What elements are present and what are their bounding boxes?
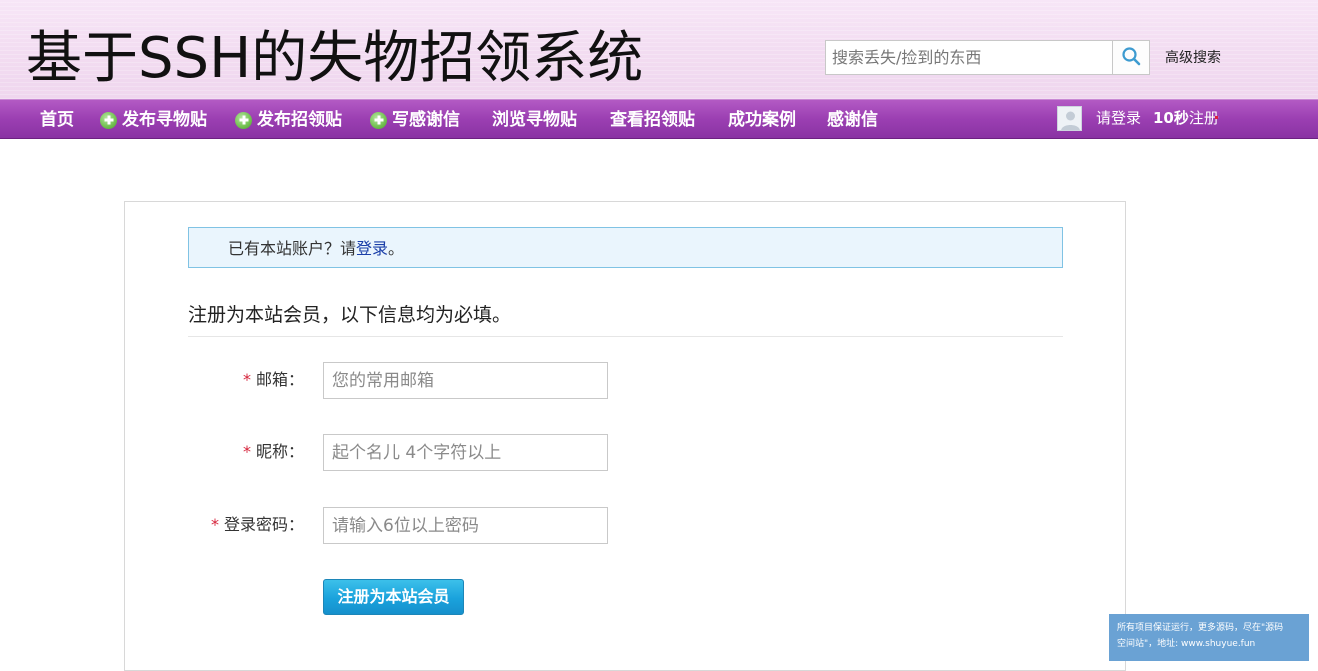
search-button[interactable] — [1112, 41, 1149, 74]
register-submit-button[interactable]: 注册为本站会员 — [323, 579, 464, 615]
plus-circle-icon — [235, 111, 252, 129]
watermark-banner: 所有项目保证运行，更多源码，尽在"源码 空间站"，地址: www.shuyue.… — [1109, 614, 1309, 661]
email-label: * 邮箱： — [124, 369, 304, 391]
nickname-label: * 昵称： — [124, 441, 304, 463]
site-title: 基于SSH的失物招领系统 — [26, 26, 644, 91]
password-label: * 登录密码： — [124, 514, 304, 536]
watermark-line-2: 空间站"，地址: www.shuyue.fun — [1117, 639, 1256, 649]
form-title: 注册为本站会员，以下信息均为必填。 — [188, 304, 512, 326]
nav-item-label: 感谢信 — [827, 110, 878, 130]
notice-suffix: 。 — [388, 239, 405, 258]
required-mark: * — [210, 515, 219, 534]
nav-item-label: 写感谢信 — [392, 110, 460, 130]
search-box — [825, 40, 1150, 75]
required-mark: * — [242, 370, 251, 389]
form-divider — [188, 336, 1063, 337]
search-input[interactable] — [826, 41, 1112, 74]
search-icon — [1121, 46, 1141, 70]
nav-item-post-lost[interactable]: 发布寻物贴 — [100, 100, 207, 140]
nav-item-browse-lost[interactable]: 浏览寻物贴 — [492, 100, 577, 140]
required-mark: * — [242, 442, 251, 461]
nav-item-success-cases[interactable]: 成功案例 — [728, 100, 796, 140]
nav-item-label: 发布招领贴 — [257, 110, 342, 130]
notice-login-link[interactable]: 登录 — [356, 239, 388, 258]
nav-item-label: 首页 — [40, 110, 74, 130]
plus-circle-icon — [100, 111, 117, 129]
nav-item-label: 浏览寻物贴 — [492, 110, 577, 130]
login-link[interactable]: 请登录 — [1096, 108, 1141, 128]
nav-item-label: 成功案例 — [728, 110, 796, 130]
nav-item-label: 查看招领贴 — [610, 110, 695, 130]
nav-item-label: 发布寻物贴 — [122, 110, 207, 130]
watermark-line-1: 所有项目保证运行，更多源码，尽在"源码 — [1117, 623, 1284, 633]
email-label-text: 邮箱： — [255, 370, 304, 389]
register-link[interactable]: 10秒注册 — [1153, 108, 1219, 128]
red-dot-marker — [1215, 116, 1218, 119]
plus-circle-icon — [370, 111, 387, 129]
user-icon — [1058, 107, 1081, 130]
email-field[interactable] — [323, 362, 608, 399]
password-field[interactable] — [323, 507, 608, 544]
nav-item-thanks-letters[interactable]: 感谢信 — [827, 100, 878, 140]
login-notice: 已有本站账户？请登录。 — [188, 227, 1063, 268]
nav-item-home[interactable]: 首页 — [40, 100, 74, 140]
notice-prefix: 已有本站账户？请 — [228, 239, 357, 258]
password-label-text: 登录密码： — [223, 515, 304, 534]
avatar[interactable] — [1057, 106, 1082, 131]
nickname-field[interactable] — [323, 434, 608, 471]
nickname-label-text: 昵称： — [255, 442, 304, 461]
advanced-search-link[interactable]: 高级搜索 — [1165, 47, 1221, 67]
register-panel — [124, 201, 1126, 671]
register-bold-text: 10秒 — [1153, 109, 1189, 127]
nav-item-post-found[interactable]: 发布招领贴 — [235, 100, 342, 140]
nav-item-write-thanks[interactable]: 写感谢信 — [370, 100, 460, 140]
nav-item-view-found[interactable]: 查看招领贴 — [610, 100, 695, 140]
